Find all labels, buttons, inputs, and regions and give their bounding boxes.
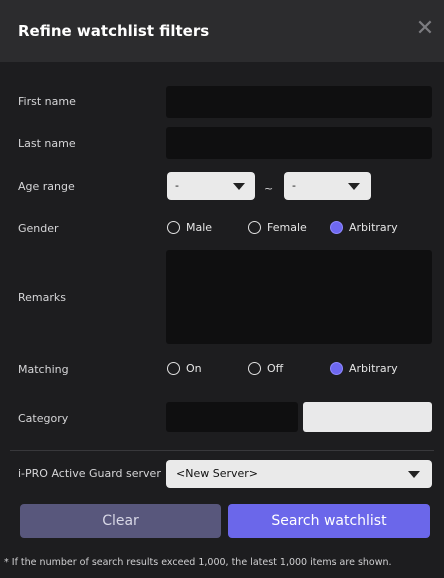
gender-option-label: Arbitrary	[349, 221, 398, 234]
remarks-textarea[interactable]	[166, 250, 432, 344]
server-label: i-PRO Active Guard server	[18, 467, 161, 480]
age-from-value: -	[175, 179, 179, 192]
matching-option-label: On	[186, 362, 202, 375]
gender-option-label: Male	[186, 221, 213, 234]
category-field-primary[interactable]	[166, 402, 298, 432]
gender-option-male[interactable]: Male	[167, 221, 212, 234]
results-limit-note: * If the number of search results exceed…	[4, 557, 392, 568]
refine-filters-dialog: Refine watchlist filters ✕ First name La…	[0, 0, 444, 578]
first-name-label: First name	[18, 95, 76, 108]
matching-option-off[interactable]: Off	[248, 362, 283, 375]
category-label: Category	[18, 412, 69, 425]
matching-option-arbitrary[interactable]: Arbitrary	[330, 362, 398, 375]
age-to-select[interactable]: -	[284, 172, 371, 200]
radio-selected-icon	[330, 362, 343, 375]
gender-option-female[interactable]: Female	[248, 221, 307, 234]
chevron-down-icon	[233, 183, 245, 190]
gender-label: Gender	[18, 222, 59, 235]
dialog-title: Refine watchlist filters	[18, 22, 210, 40]
age-range-separator: ~	[264, 182, 274, 195]
first-name-input[interactable]	[166, 86, 432, 118]
gender-option-label: Female	[267, 221, 307, 234]
radio-icon	[167, 221, 180, 234]
radio-icon	[248, 221, 261, 234]
close-icon[interactable]: ✕	[414, 18, 436, 40]
search-watchlist-button[interactable]: Search watchlist	[228, 504, 430, 538]
matching-option-label: Off	[267, 362, 284, 375]
server-select-value: <New Server>	[176, 467, 258, 480]
divider	[10, 450, 434, 451]
age-range-label: Age range	[18, 180, 75, 193]
remarks-label: Remarks	[18, 291, 66, 304]
last-name-input[interactable]	[166, 127, 432, 159]
chevron-down-icon	[348, 183, 360, 190]
gender-option-arbitrary[interactable]: Arbitrary	[330, 221, 398, 234]
radio-icon	[248, 362, 261, 375]
matching-option-label: Arbitrary	[349, 362, 398, 375]
radio-selected-icon	[330, 221, 343, 234]
matching-option-on[interactable]: On	[167, 362, 202, 375]
age-from-select[interactable]: -	[167, 172, 255, 200]
clear-button[interactable]: Clear	[20, 504, 221, 538]
last-name-label: Last name	[18, 137, 76, 150]
chevron-down-icon	[408, 471, 420, 478]
server-select[interactable]: <New Server>	[166, 460, 432, 488]
matching-label: Matching	[18, 363, 69, 376]
radio-icon	[167, 362, 180, 375]
age-to-value: -	[292, 179, 296, 192]
category-field-secondary[interactable]	[303, 402, 432, 432]
dialog-header: Refine watchlist filters ✕	[0, 0, 444, 62]
